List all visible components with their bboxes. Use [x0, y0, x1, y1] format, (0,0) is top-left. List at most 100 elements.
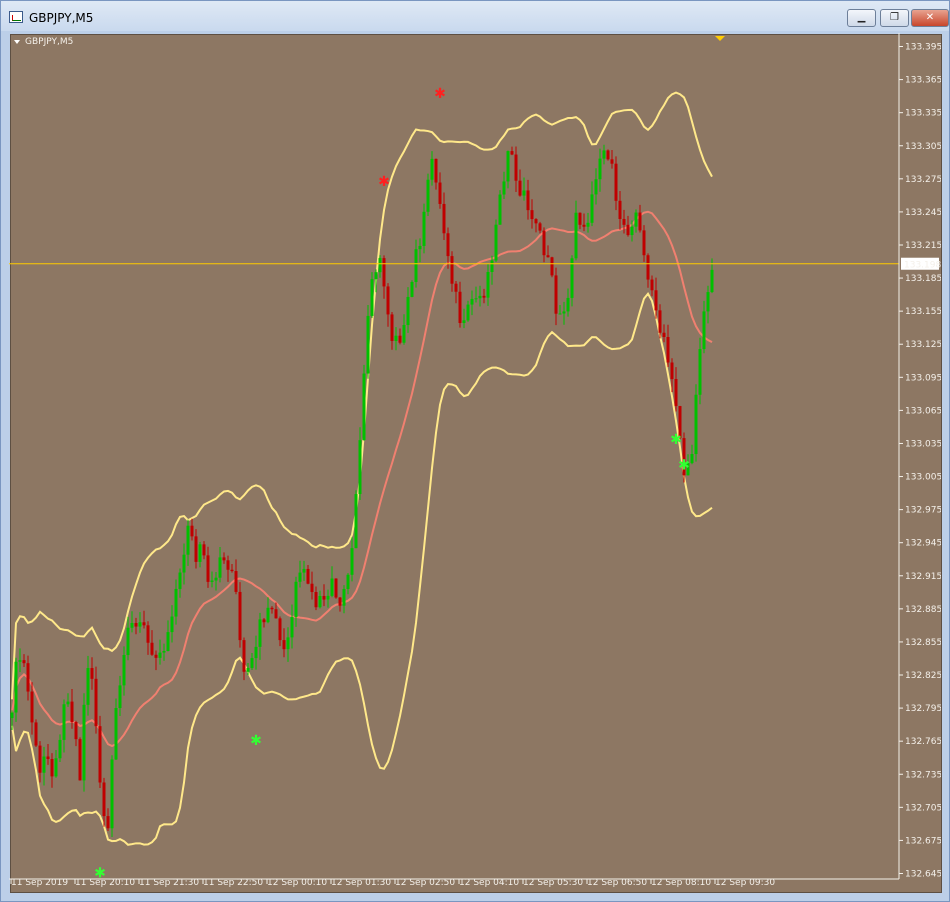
candle-body: [262, 619, 266, 623]
candle: [606, 149, 610, 161]
price-tick-label: 133.185: [905, 274, 941, 284]
candle: [50, 753, 54, 788]
chart-symbol-header[interactable]: GBPJPY,M5: [14, 37, 73, 47]
candle-body: [402, 325, 406, 343]
candle-body: [566, 297, 570, 312]
candle: [582, 213, 586, 232]
time-tick-label: 12 Sep 05:30: [523, 878, 583, 888]
price-chart[interactable]: ✱✱✱✱✱✱ 133.198 133.395133.365133.335133.…: [9, 33, 941, 892]
candle-body: [106, 816, 110, 829]
candle-body: [366, 315, 370, 374]
candle: [46, 744, 50, 765]
candle-body: [346, 574, 350, 589]
candle: [66, 693, 70, 707]
candle-body: [318, 595, 322, 608]
candle-body: [634, 212, 638, 227]
candle: [530, 199, 534, 229]
candle-body: [98, 726, 102, 783]
candle-body: [706, 292, 710, 312]
candle-body: [194, 536, 198, 562]
candle: [254, 635, 258, 670]
candle-body: [118, 685, 122, 709]
candle-body: [286, 637, 290, 650]
candle: [98, 715, 102, 789]
candle: [478, 285, 482, 307]
candle: [702, 300, 706, 354]
title-bar[interactable]: GBPJPY,M5 ▁ ❐ ✕: [1, 1, 949, 33]
candle-body: [330, 578, 334, 596]
candle-body: [654, 290, 658, 311]
candle: [370, 272, 374, 318]
candle: [522, 177, 526, 201]
candle-body: [514, 154, 518, 181]
candle: [526, 179, 530, 220]
candle: [234, 559, 238, 595]
candle: [566, 288, 570, 317]
price-tick-label: 132.795: [905, 704, 941, 714]
candle: [326, 589, 330, 608]
time-tick-label: 12 Sep 06:50: [587, 878, 647, 888]
candle-body: [398, 335, 402, 343]
candle-body: [522, 190, 526, 196]
middle-band-line: [11, 210, 713, 748]
candle: [574, 200, 578, 261]
candle: [26, 655, 30, 701]
candle: [114, 698, 118, 761]
candle: [542, 227, 546, 263]
candle: [430, 151, 434, 186]
candle: [350, 537, 354, 582]
candle: [402, 314, 406, 345]
price-tick-label: 132.945: [905, 539, 941, 549]
shift-marker-icon[interactable]: [715, 36, 725, 41]
minimize-button[interactable]: ▁: [847, 9, 876, 27]
current-price-label: 133.198: [904, 261, 941, 271]
sell-signal-icon: ✱: [378, 174, 390, 190]
candle-body: [138, 622, 142, 627]
candle-body: [58, 739, 62, 759]
candle: [618, 190, 622, 230]
time-tick-label: 12 Sep 01:30: [331, 878, 391, 888]
candle: [86, 655, 90, 716]
candle: [158, 639, 162, 665]
candle: [30, 682, 34, 735]
candle-body: [242, 640, 246, 672]
candle-body: [270, 607, 274, 610]
chart-window-icon: [9, 11, 23, 23]
candle-body: [354, 494, 358, 549]
candle-body: [658, 310, 662, 333]
signal-markers: ✱✱✱✱✱✱: [94, 86, 690, 882]
candle: [214, 571, 218, 591]
candle-body: [378, 258, 382, 273]
candle: [310, 571, 314, 600]
candles: [10, 144, 714, 837]
candle: [614, 156, 618, 211]
candle-body: [214, 577, 218, 581]
candle-body: [174, 588, 178, 617]
candle: [398, 328, 402, 345]
candle: [450, 251, 454, 292]
candle-body: [610, 159, 614, 164]
candle-body: [134, 623, 138, 627]
candle: [354, 490, 358, 549]
close-button[interactable]: ✕: [911, 9, 949, 27]
candle: [170, 605, 174, 643]
candle-body: [146, 625, 150, 643]
price-tick-label: 133.305: [905, 142, 941, 152]
candle: [190, 518, 194, 541]
candle-body: [670, 362, 674, 380]
candle-body: [530, 210, 534, 220]
candle-body: [562, 311, 566, 314]
candle: [166, 620, 170, 652]
buy-signal-icon: ✱: [250, 733, 262, 749]
candle-body: [350, 548, 354, 575]
candle: [226, 555, 230, 582]
time-tick-label: 12 Sep 04:10: [459, 878, 519, 888]
restore-button[interactable]: ❐: [880, 9, 909, 27]
candle: [90, 657, 94, 690]
price-tick-label: 132.915: [905, 572, 941, 582]
time-tick-label: 12 Sep 08:10: [651, 878, 711, 888]
candle-body: [554, 275, 558, 314]
candle-body: [154, 654, 158, 658]
candle-body: [674, 379, 678, 407]
chevron-down-icon[interactable]: [14, 40, 20, 44]
